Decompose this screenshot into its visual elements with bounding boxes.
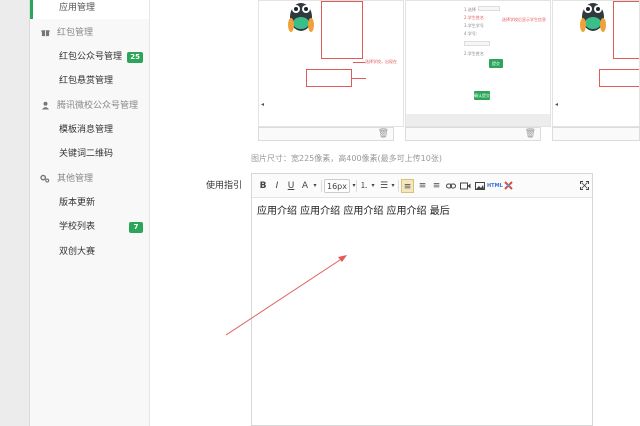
ordered-list-icon[interactable]: ⒈	[358, 179, 370, 193]
align-right-icon[interactable]: ≡	[430, 179, 443, 193]
sidebar: 应用管理 红包管理 红包公众号管理 25 红包悬赏管理 腾讯微校公众号管理 模板…	[30, 0, 150, 426]
annotation-line	[353, 62, 365, 63]
preview-input	[478, 6, 500, 11]
bold-button[interactable]: B	[257, 179, 269, 193]
sidebar-group-label: 其他管理	[57, 174, 94, 184]
sidebar-item-label: 双创大赛	[59, 247, 96, 257]
sidebar-group-label: 腾讯微校公众号管理	[57, 101, 139, 111]
outer-left-strip	[0, 0, 30, 426]
font-size-select[interactable]: 16px	[324, 179, 350, 193]
sidebar-item-template-messages[interactable]: 模板消息管理	[30, 119, 149, 141]
annotation-note: 选择学校，出现在	[365, 59, 397, 64]
rich-text-editor[interactable]: B I U A ▾ 16px ▾ ⒈ ▾ ☰ ▾ ≡ ≡ ≡ HTML 应用介绍…	[251, 173, 593, 426]
chevron-down-icon[interactable]: ▾	[390, 179, 396, 193]
sidebar-item-label: 模板消息管理	[59, 125, 114, 135]
annotation-box	[613, 1, 639, 59]
html-source-button[interactable]: HTML	[487, 179, 503, 193]
editor-toolbar: B I U A ▾ 16px ▾ ⒈ ▾ ☰ ▾ ≡ ≡ ≡ HTML	[252, 174, 592, 198]
uploaded-image-2[interactable]: 1.选择 2.学生姓名 选择学校后显示学生信息 3.学生学号 4.学号： 2.学…	[405, 0, 551, 127]
sidebar-item-label: 版本更新	[59, 198, 96, 208]
sidebar-item-label: 应用管理	[59, 3, 96, 13]
user-icon	[39, 95, 51, 117]
sidebar-group-redpacket[interactable]: 红包管理	[30, 22, 149, 44]
toolbar-divider	[356, 180, 357, 192]
sidebar-item-app-management[interactable]: 应用管理	[30, 0, 149, 19]
sidebar-item-keyword-qrcode[interactable]: 关键词二维码	[30, 143, 149, 165]
sidebar-group-label: 红包管理	[57, 28, 94, 38]
uploaded-image-3[interactable]: ◂	[552, 0, 640, 127]
preview-form-row: 2.学生姓名	[464, 15, 484, 20]
sidebar-item-label: 关键词二维码	[59, 149, 114, 159]
italic-button[interactable]: I	[271, 179, 283, 193]
font-color-button[interactable]: A	[299, 179, 311, 193]
sidebar-group-tencent[interactable]: 腾讯微校公众号管理	[30, 95, 149, 117]
sidebar-item-label: 学校列表	[59, 222, 96, 232]
sidebar-item-redpacket-bounty[interactable]: 红包悬赏管理	[30, 70, 149, 92]
guide-label: 使用指引	[206, 181, 243, 191]
sidebar-item-redpacket-official[interactable]: 红包公众号管理 25	[30, 46, 149, 68]
preview-form-row: 3.学生学号	[464, 23, 484, 28]
sidebar-group-other[interactable]: 其他管理	[30, 168, 149, 190]
annotation-note: 选择学校后显示学生信息	[502, 17, 546, 22]
annotation-box	[599, 69, 639, 87]
toolbar-divider	[398, 180, 399, 192]
unordered-list-icon[interactable]: ☰	[378, 179, 390, 193]
image-icon[interactable]	[473, 179, 486, 193]
fullscreen-icon[interactable]	[578, 179, 590, 193]
preview-input	[464, 41, 490, 46]
count-badge: 25	[127, 52, 143, 63]
sidebar-item-innovation-contest[interactable]: 双创大赛	[30, 241, 149, 263]
clear-format-icon[interactable]	[502, 179, 514, 193]
annotation-box	[306, 69, 352, 87]
image-1-controls: 🗑	[258, 127, 394, 141]
preview-form-row: 1.选择	[464, 7, 476, 12]
chevron-down-icon[interactable]: ▾	[311, 179, 319, 193]
sidebar-item-school-list[interactable]: 学校列表 7	[30, 216, 149, 238]
sidebar-item-label: 红包公众号管理	[59, 52, 123, 62]
link-icon[interactable]	[444, 179, 457, 193]
chevron-down-icon[interactable]: ▾	[370, 179, 376, 193]
count-badge: 7	[129, 222, 143, 233]
video-icon[interactable]	[459, 179, 472, 193]
gears-icon	[39, 168, 51, 190]
image-2-controls: 🗑	[405, 127, 541, 141]
sidebar-item-version-update[interactable]: 版本更新	[30, 192, 149, 214]
sidebar-item-label: 红包悬赏管理	[59, 76, 114, 86]
underline-button[interactable]: U	[285, 179, 297, 193]
preview-form-row: 2.学生姓名	[464, 51, 484, 56]
annotation-box	[321, 1, 363, 59]
preview-submit-button: 提交	[489, 59, 503, 68]
upload-size-hint: 图片尺寸：宽225像素，高400像素(最多可上传10张)	[251, 154, 442, 163]
trash-icon[interactable]: 🗑	[378, 129, 389, 139]
align-center-icon[interactable]: ≡	[416, 179, 429, 193]
image-3-controls	[552, 127, 640, 141]
preview-form-row: 4.学号：	[464, 31, 480, 36]
preview-footer-band	[406, 114, 550, 126]
annotation-line	[352, 78, 366, 79]
trash-icon[interactable]: 🗑	[525, 129, 536, 139]
toolbar-divider	[321, 180, 322, 192]
align-left-icon[interactable]: ≡	[401, 179, 414, 193]
uploaded-image-1[interactable]: ◂ 选择学校，出现在	[258, 0, 404, 127]
preview-confirm-button: 确认提交	[474, 91, 490, 100]
gift-icon	[39, 22, 51, 44]
editor-content: 应用介绍 应用介绍 应用介绍 应用介绍 最后	[257, 206, 450, 217]
